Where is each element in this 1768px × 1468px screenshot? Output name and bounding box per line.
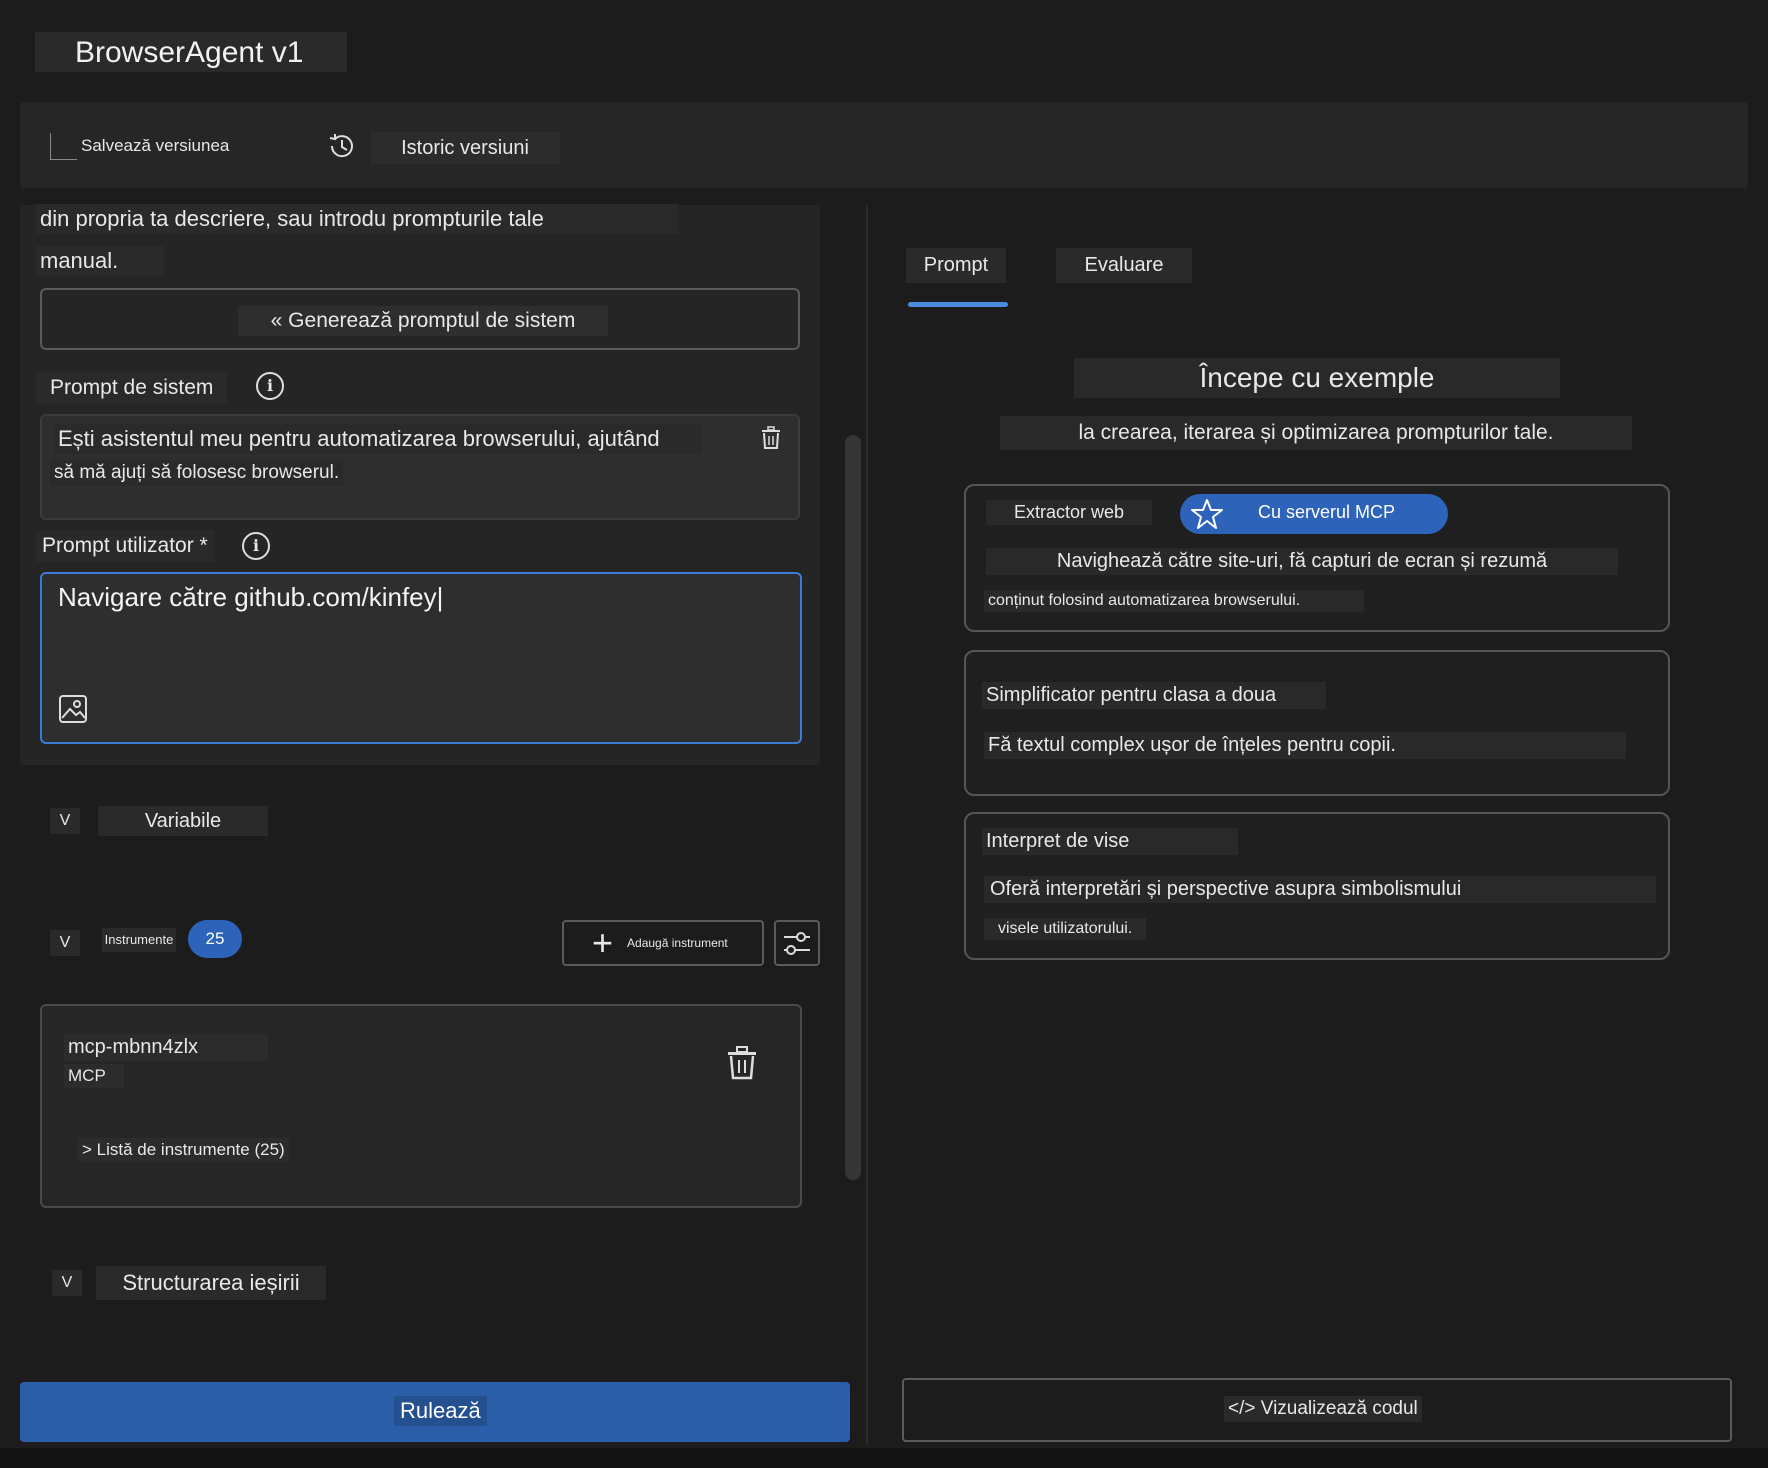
intro-text-line2: manual. bbox=[36, 246, 164, 276]
panel-divider bbox=[866, 205, 868, 1445]
tool-list-expander[interactable]: > Listă de instrumente (25) bbox=[78, 1138, 289, 1162]
variables-chevron-icon[interactable]: V bbox=[50, 808, 80, 834]
user-prompt-value: Navigare către github.com/kinfey| bbox=[58, 582, 444, 612]
generate-system-prompt-label: « Generează promptul de sistem bbox=[238, 306, 608, 336]
user-prompt-info-icon[interactable]: i bbox=[242, 532, 270, 560]
example-card-title: Simplificator pentru clasa a doua bbox=[982, 682, 1326, 709]
history-icon[interactable] bbox=[326, 130, 358, 162]
tab-prompt[interactable]: Prompt bbox=[906, 248, 1006, 283]
active-tab-indicator bbox=[908, 302, 1008, 307]
run-button[interactable]: Rulează bbox=[20, 1382, 850, 1442]
delete-tool-trash-icon[interactable] bbox=[726, 1046, 758, 1080]
add-tool-label: Adaugă instrument bbox=[627, 936, 728, 950]
tools-chevron-icon[interactable]: V bbox=[50, 930, 80, 956]
tools-section-label[interactable]: Instrumente bbox=[102, 928, 176, 952]
output-chevron-icon[interactable]: V bbox=[52, 1270, 82, 1296]
system-prompt-info-icon[interactable]: i bbox=[256, 372, 284, 400]
settings-sliders-icon bbox=[784, 932, 810, 955]
version-history-button[interactable]: Istoric versiuni bbox=[370, 132, 560, 164]
intro-text-line1: din propria ta descriere, sau introdu pr… bbox=[36, 204, 678, 234]
example-card-simplifier[interactable] bbox=[964, 650, 1670, 796]
toolbar bbox=[20, 102, 1748, 188]
user-prompt-label: Prompt utilizator * bbox=[36, 530, 214, 562]
tool-type: MCP bbox=[64, 1064, 124, 1088]
example-card-desc-line1: Fă textul complex ușor de înțeles pentru… bbox=[984, 732, 1626, 759]
clear-system-prompt-trash-icon[interactable] bbox=[760, 426, 782, 450]
add-tool-button[interactable]: + Adaugă instrument bbox=[562, 920, 764, 966]
app-title: BrowserAgent v1 bbox=[75, 36, 304, 69]
save-version-button[interactable]: Salvează versiunea bbox=[50, 132, 254, 160]
variables-section-label[interactable]: Variabile bbox=[98, 806, 268, 836]
example-card-desc-line2: visele utilizatorului. bbox=[984, 918, 1147, 940]
examples-title: Începe cu exemple bbox=[1074, 358, 1560, 398]
tab-evaluation[interactable]: Evaluare bbox=[1056, 248, 1192, 283]
view-code-label: </> Vizualizează codul bbox=[1224, 1396, 1422, 1422]
bottom-strip bbox=[0, 1448, 1768, 1468]
plus-icon: + bbox=[592, 922, 614, 963]
attach-image-icon[interactable] bbox=[58, 694, 88, 724]
save-version-label: Salvează versiunea bbox=[79, 134, 254, 158]
system-prompt-label: Prompt de sistem bbox=[36, 372, 228, 404]
output-structure-section-label[interactable]: Structurarea ieșirii bbox=[96, 1266, 326, 1300]
save-checkbox-icon bbox=[50, 132, 77, 160]
example-card-desc-line1: Oferă interpretări și perspective asupra… bbox=[984, 876, 1656, 903]
run-button-label: Rulează bbox=[394, 1396, 487, 1426]
examples-subtitle: la crearea, iterarea și optimizarea prom… bbox=[1000, 416, 1632, 450]
example-card-desc-line2: conținut folosind automatizarea browseru… bbox=[984, 590, 1364, 612]
system-prompt-text-line1: Ești asistentul meu pentru automatizarea… bbox=[54, 424, 702, 454]
star-icon bbox=[1191, 499, 1223, 529]
app-title-box: BrowserAgent v1 bbox=[35, 32, 347, 72]
tool-settings-button[interactable] bbox=[774, 920, 820, 966]
generate-system-prompt-button[interactable]: « Generează promptul de sistem bbox=[40, 288, 800, 350]
mcp-server-badge-label: Cu serverul MCP bbox=[1258, 502, 1396, 522]
system-prompt-text-line2: să mă ajuți să folosesc browserul. bbox=[50, 460, 344, 486]
example-card-title: Extractor web bbox=[986, 500, 1153, 525]
tool-name: mcp-mbnn4zlx bbox=[64, 1034, 268, 1061]
left-scrollbar[interactable] bbox=[845, 435, 861, 1180]
view-code-button[interactable]: </> Vizualizează codul bbox=[902, 1378, 1732, 1442]
example-card-title: Interpret de vise bbox=[982, 828, 1238, 855]
tools-count-badge: 25 bbox=[188, 920, 242, 958]
example-card-desc-line1: Navighează către site-uri, fă capturi de… bbox=[986, 548, 1618, 575]
